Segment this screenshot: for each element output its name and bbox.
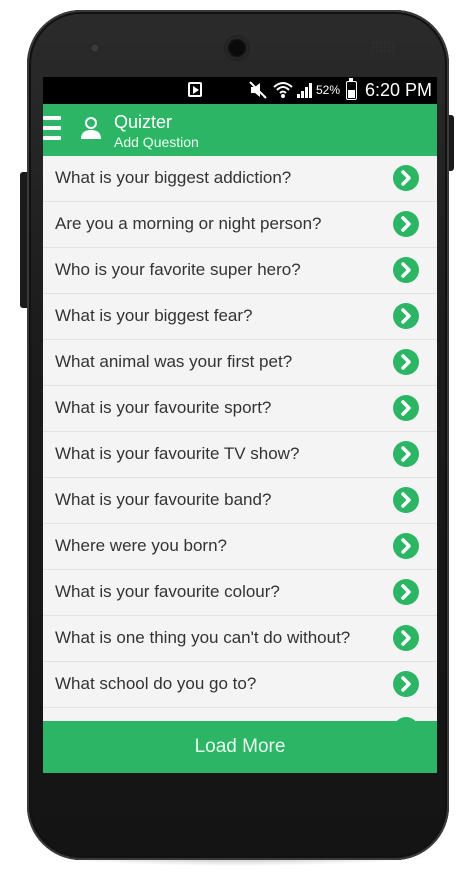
question-text: Who is your favorite super hero? xyxy=(55,260,301,279)
question-text: What is your favourite TV show? xyxy=(55,444,300,463)
question-text: What is your favourite band? xyxy=(55,490,272,509)
chevron-right-circle-icon[interactable] xyxy=(393,533,419,559)
chevron-right-circle-icon[interactable] xyxy=(393,257,419,283)
question-row[interactable]: What is your favourite colour? xyxy=(43,570,437,616)
app-screen: 52% 6:20 PM Quizter Add Question What is… xyxy=(43,77,437,773)
chevron-right-circle-icon[interactable] xyxy=(393,441,419,467)
app-bar: Quizter Add Question xyxy=(43,104,437,156)
question-row[interactable]: What school do you go to? xyxy=(43,662,437,708)
chevron-right-circle-icon[interactable] xyxy=(393,579,419,605)
status-time: 6:20 PM xyxy=(365,80,433,100)
question-list: What is your biggest addiction? Are you … xyxy=(43,156,437,743)
question-row[interactable]: What is one thing you can't do without? xyxy=(43,616,437,662)
question-row[interactable]: What is your biggest addiction? xyxy=(43,156,437,202)
app-subtitle: Add Question xyxy=(114,134,199,150)
person-icon xyxy=(81,117,101,139)
battery-percent: 52% xyxy=(316,83,341,97)
question-row[interactable]: Where were you born? xyxy=(43,524,437,570)
question-row[interactable]: What is your favourite band? xyxy=(43,478,437,524)
question-row[interactable]: Are you a morning or night person? xyxy=(43,202,437,248)
chevron-right-circle-icon[interactable] xyxy=(393,671,419,697)
question-row[interactable]: What is your favourite TV show? xyxy=(43,432,437,478)
app-title: Quizter xyxy=(114,112,173,132)
speaker-grille xyxy=(371,41,395,53)
menu-icon[interactable] xyxy=(43,116,61,144)
chevron-right-circle-icon[interactable] xyxy=(393,349,419,375)
battery-icon xyxy=(346,78,357,100)
question-text: What animal was your first pet? xyxy=(55,352,293,371)
status-bar: 52% 6:20 PM xyxy=(43,77,437,104)
chevron-right-circle-icon[interactable] xyxy=(393,165,419,191)
mute-icon xyxy=(249,81,267,99)
question-text: What school do you go to? xyxy=(55,674,257,693)
question-row[interactable]: What animal was your first pet? xyxy=(43,340,437,386)
chevron-right-circle-icon[interactable] xyxy=(393,303,419,329)
question-text: What is your biggest fear? xyxy=(55,306,253,325)
question-row[interactable]: Who is your favorite super hero? xyxy=(43,248,437,294)
front-camera xyxy=(226,37,248,59)
chevron-right-circle-icon[interactable] xyxy=(393,211,419,237)
wifi-icon xyxy=(273,82,293,98)
question-row[interactable]: What is your favourite sport? xyxy=(43,386,437,432)
question-text: Are you a morning or night person? xyxy=(55,214,322,233)
play-store-notification-icon xyxy=(188,82,202,97)
chevron-right-circle-icon[interactable] xyxy=(393,395,419,421)
question-text: What is your favourite sport? xyxy=(55,398,272,417)
question-text: What is one thing you can't do without? xyxy=(55,628,351,647)
question-text: Where were you born? xyxy=(55,536,227,555)
signal-icon xyxy=(297,83,312,98)
proximity-sensor xyxy=(90,43,100,53)
question-row[interactable]: What is your biggest fear? xyxy=(43,294,437,340)
chevron-right-circle-icon[interactable] xyxy=(393,487,419,513)
chevron-right-circle-icon[interactable] xyxy=(393,625,419,651)
question-text: What is your favourite colour? xyxy=(55,582,280,601)
question-text: What is your biggest addiction? xyxy=(55,168,292,187)
load-more-button[interactable]: Load More xyxy=(43,721,437,773)
